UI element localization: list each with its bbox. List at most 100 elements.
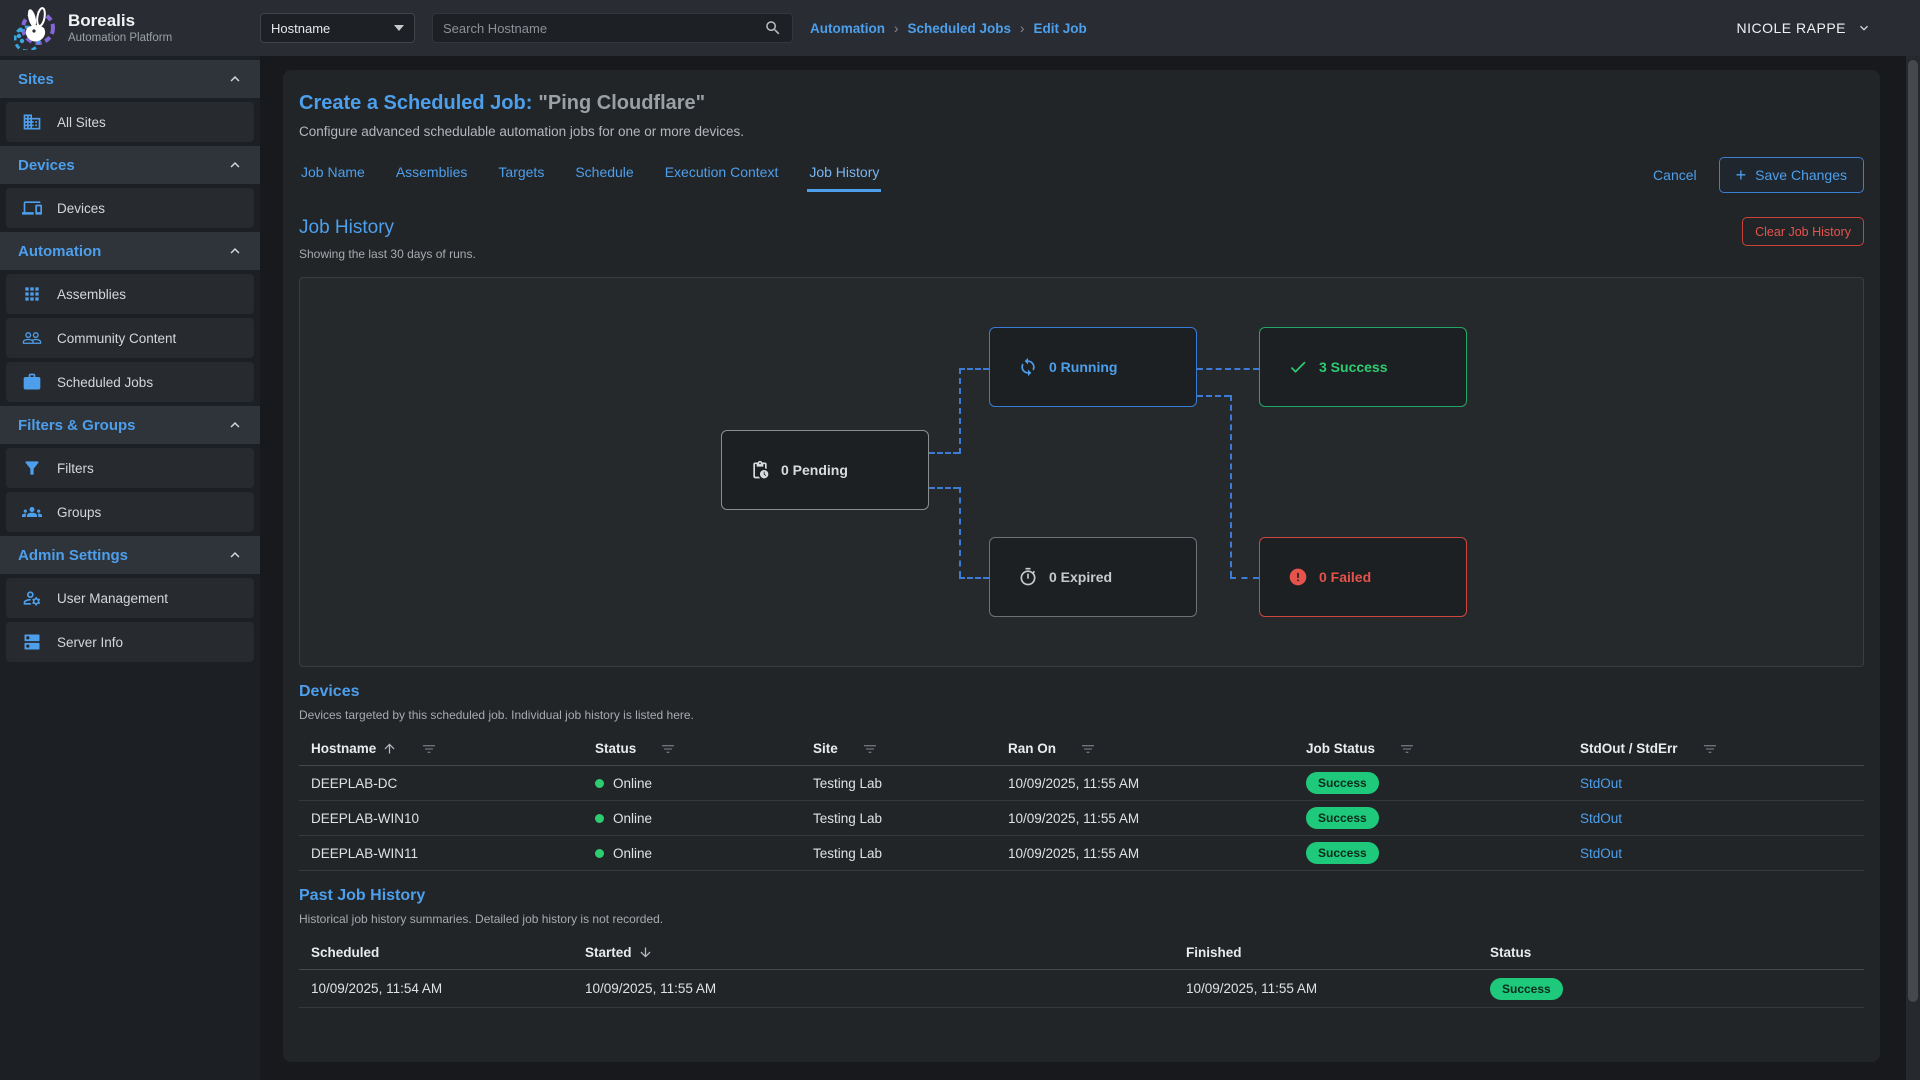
tab-targets[interactable]: Targets <box>496 158 546 192</box>
user-menu[interactable]: NICOLE RAPPE <box>1737 20 1872 36</box>
sidebar-item-scheduled-jobs[interactable]: Scheduled Jobs <box>6 362 254 402</box>
sort-arrow-down-icon[interactable] <box>638 945 653 960</box>
stdout-cell: StdOut <box>1568 811 1864 826</box>
status-badge: Success <box>1306 807 1379 829</box>
job-status-cell: Success <box>1294 772 1568 794</box>
tab-row: Job Name Assemblies Targets Schedule Exe… <box>299 157 1864 193</box>
search-input[interactable] <box>443 21 764 36</box>
breadcrumb-automation[interactable]: Automation <box>810 21 885 36</box>
brand-name: Borealis <box>68 12 172 31</box>
status-badge: Success <box>1490 978 1563 1000</box>
tab-job-name[interactable]: Job Name <box>299 158 367 192</box>
online-status-dot <box>595 814 604 823</box>
stdout-link[interactable]: StdOut <box>1580 776 1622 791</box>
devices-table: Hostname Status Site Ran On Job S <box>299 732 1864 871</box>
save-changes-button[interactable]: + Save Changes <box>1719 157 1864 193</box>
column-header-stdout-stderr[interactable]: StdOut / StdErr <box>1568 741 1864 757</box>
status-cell: Success <box>1478 978 1864 1000</box>
past-job-history-heading: Past Job History <box>299 887 1864 905</box>
column-header-started[interactable]: Started <box>573 945 1174 960</box>
brand-subtitle: Automation Platform <box>68 32 172 44</box>
breadcrumb-edit-job[interactable]: Edit Job <box>1034 21 1087 36</box>
flow-node-label: 0 Running <box>1049 359 1117 375</box>
filter-list-icon[interactable] <box>1399 741 1415 757</box>
connector-line <box>929 452 959 454</box>
table-row: DEEPLAB-DC Online Testing Lab 10/09/2025… <box>299 766 1864 801</box>
filter-list-icon[interactable] <box>421 741 437 757</box>
column-header-scheduled[interactable]: Scheduled <box>299 945 573 960</box>
filter-list-icon[interactable] <box>660 741 676 757</box>
tabs: Job Name Assemblies Targets Schedule Exe… <box>299 158 881 192</box>
sidebar-section-admin-settings[interactable]: Admin Settings <box>0 536 260 574</box>
table-row: 10/09/2025, 11:54 AM 10/09/2025, 11:55 A… <box>299 970 1864 1008</box>
timer-icon <box>1018 567 1038 587</box>
scrollbar-thumb[interactable] <box>1908 60 1918 1002</box>
search-box <box>432 13 793 43</box>
sidebar-item-filters[interactable]: Filters <box>6 448 254 488</box>
sidebar-item-assemblies[interactable]: Assemblies <box>6 274 254 314</box>
status-cell: Online <box>583 846 801 861</box>
cancel-button[interactable]: Cancel <box>1653 167 1697 183</box>
tab-schedule[interactable]: Schedule <box>573 158 635 192</box>
brand-text: Borealis Automation Platform <box>68 12 172 45</box>
column-header-ran-on[interactable]: Ran On <box>996 741 1294 757</box>
chevron-up-icon <box>226 546 244 564</box>
sort-arrow-up-icon[interactable] <box>382 741 397 756</box>
tab-job-history[interactable]: Job History <box>807 158 881 192</box>
sidebar-item-server-info[interactable]: Server Info <box>6 622 254 662</box>
stdout-link[interactable]: StdOut <box>1580 811 1622 826</box>
topbar: Borealis Automation Platform Hostname Au… <box>0 0 1920 56</box>
chevron-up-icon <box>226 70 244 88</box>
job-status-cell: Success <box>1294 842 1568 864</box>
page-title-job-name: "Ping Cloudflare" <box>538 92 705 114</box>
flow-node-label: 0 Expired <box>1049 569 1112 585</box>
sidebar-item-all-sites[interactable]: All Sites <box>6 102 254 142</box>
column-header-site[interactable]: Site <box>801 741 996 757</box>
chevron-up-icon <box>226 156 244 174</box>
tab-assemblies[interactable]: Assemblies <box>394 158 470 192</box>
ran-on-cell: 10/09/2025, 11:55 AM <box>996 811 1294 826</box>
column-header-status[interactable]: Status <box>1478 945 1864 960</box>
breadcrumb-separator: › <box>894 21 899 36</box>
sidebar-item-groups[interactable]: Groups <box>6 492 254 532</box>
breadcrumb: Automation › Scheduled Jobs › Edit Job <box>810 21 1087 36</box>
devices-description: Devices targeted by this scheduled job. … <box>299 708 1864 722</box>
sidebar-section-sites[interactable]: Sites <box>0 60 260 98</box>
building-icon <box>22 112 42 132</box>
pending-clipboard-icon <box>750 460 770 480</box>
site-cell: Testing Lab <box>801 811 996 826</box>
sidebar-section-automation[interactable]: Automation <box>0 232 260 270</box>
clear-job-history-button[interactable]: Clear Job History <box>1742 217 1864 246</box>
hostname-cell: DEEPLAB-WIN10 <box>299 811 583 826</box>
sidebar-item-user-management[interactable]: User Management <box>6 578 254 618</box>
job-history-subheading: Showing the last 30 days of runs. <box>299 247 476 261</box>
column-header-finished[interactable]: Finished <box>1174 945 1478 960</box>
column-header-hostname[interactable]: Hostname <box>299 741 583 757</box>
sidebar-section-filters-groups[interactable]: Filters & Groups <box>0 406 260 444</box>
sidebar-item-devices[interactable]: Devices <box>6 188 254 228</box>
past-job-history-table: Scheduled Started Finished Status 10/09/… <box>299 936 1864 1008</box>
column-header-job-status[interactable]: Job Status <box>1294 741 1568 757</box>
connector-line <box>1230 577 1259 579</box>
people-outline-icon <box>22 328 42 348</box>
connector-line <box>959 577 989 579</box>
connector-line <box>1197 368 1259 370</box>
hostname-select[interactable]: Hostname <box>260 13 415 43</box>
tab-execution-context[interactable]: Execution Context <box>663 158 781 192</box>
filter-list-icon[interactable] <box>1080 741 1096 757</box>
page-scrollbar <box>1906 56 1920 1080</box>
sidebar-item-community-content[interactable]: Community Content <box>6 318 254 358</box>
devices-table-header: Hostname Status Site Ran On Job S <box>299 732 1864 766</box>
breadcrumb-scheduled-jobs[interactable]: Scheduled Jobs <box>908 21 1012 36</box>
sidebar-section-devices[interactable]: Devices <box>0 146 260 184</box>
status-cell: Online <box>583 776 801 791</box>
devices-heading: Devices <box>299 683 1864 701</box>
filter-list-icon[interactable] <box>1702 741 1718 757</box>
search-icon[interactable] <box>764 19 782 37</box>
column-header-status[interactable]: Status <box>583 741 801 757</box>
status-badge: Success <box>1306 842 1379 864</box>
filter-list-icon[interactable] <box>862 741 878 757</box>
briefcase-icon <box>22 372 42 392</box>
site-cell: Testing Lab <box>801 846 996 861</box>
stdout-link[interactable]: StdOut <box>1580 846 1622 861</box>
